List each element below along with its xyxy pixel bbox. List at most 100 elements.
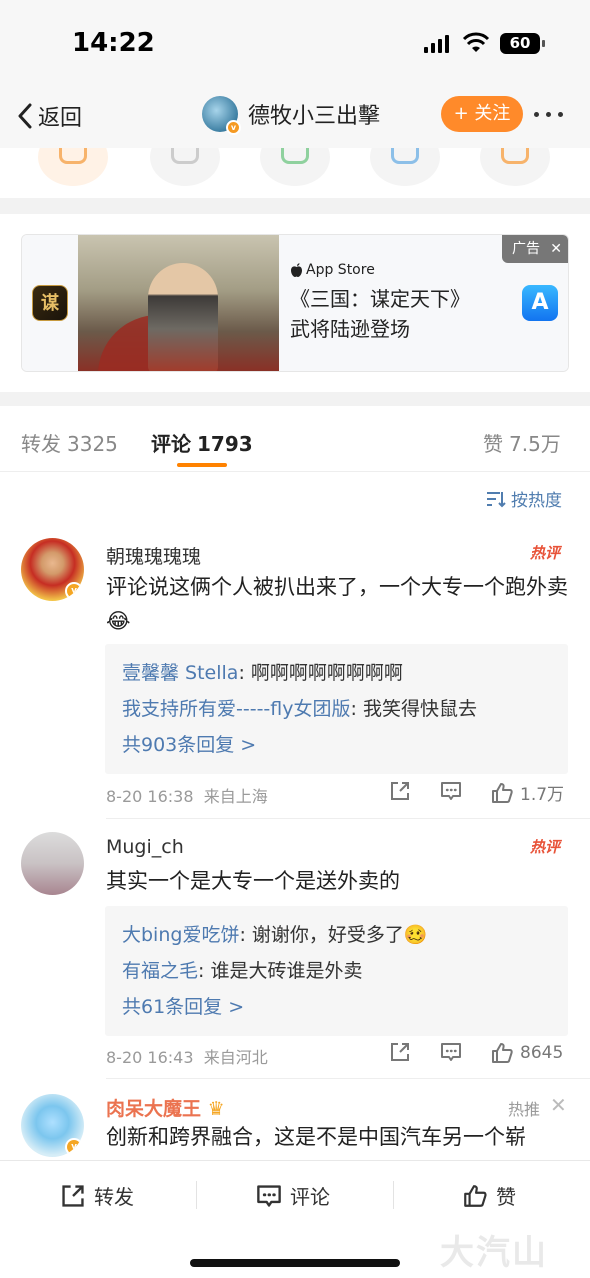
status-time: 14:22 — [72, 28, 155, 58]
close-icon[interactable]: ✕ — [550, 1093, 567, 1117]
avatar[interactable] — [21, 832, 84, 895]
like-button[interactable]: 8645 — [490, 1041, 563, 1065]
sort-label: 按热度 — [511, 491, 562, 511]
action-icon-1[interactable] — [38, 148, 108, 186]
comment-username[interactable]: 肉呆大魔王 ♛ — [106, 1094, 225, 1121]
cellular-signal-icon — [424, 35, 449, 53]
more-replies-link[interactable]: 共61条回复 > — [122, 989, 551, 1025]
repost-count: 3325 — [67, 432, 118, 456]
close-icon[interactable]: ✕ — [550, 235, 562, 263]
verified-icon: v — [226, 120, 241, 135]
watermark: 大汽山 — [440, 1233, 548, 1273]
post-tabs: 转发 3325 评论 1793 赞 7.5万 — [0, 406, 590, 472]
like-count: 7.5万 — [509, 432, 561, 456]
comment-item: v 肉呆大魔王 ♛ 热推 ✕ 创新和跨界融合，这是不是中国汽车另一个崭 — [0, 1088, 590, 1160]
back-label: 返回 — [38, 106, 83, 131]
app-store-icon[interactable]: A — [522, 285, 558, 321]
bottom-comment-button[interactable]: 评论 — [256, 1181, 330, 1210]
home-indicator[interactable] — [190, 1259, 400, 1267]
hot-push-badge: 热推 — [508, 1100, 541, 1119]
wifi-icon — [462, 32, 490, 52]
action-icon-2[interactable] — [150, 148, 220, 186]
hot-comment-badge: 热评 — [530, 838, 561, 856]
chevron-left-icon — [18, 103, 32, 129]
sort-icon — [487, 491, 506, 507]
nav-profile[interactable]: v 德牧小三出擊 — [202, 96, 381, 135]
ad-store-line: App Store — [290, 262, 375, 278]
laughing-emoji-icon: 😂 — [106, 609, 131, 633]
ad-app-icon[interactable]: 谋 — [32, 285, 68, 321]
more-icon[interactable] — [534, 102, 563, 126]
comment-username[interactable]: 朝瑰瑰瑰瑰 — [106, 542, 201, 569]
thumbs-up-icon — [492, 1043, 513, 1063]
like-count: 1.7万 — [520, 785, 565, 805]
status-bar: 14:22 60 — [0, 0, 590, 88]
avatar[interactable]: v — [21, 538, 84, 601]
bottom-like-label: 赞 — [496, 1185, 516, 1209]
thumbs-up-icon — [492, 782, 513, 803]
reply-user[interactable]: 壹馨馨 Stella — [122, 662, 238, 684]
reply-button[interactable] — [440, 1041, 462, 1063]
apple-icon — [291, 262, 302, 277]
reply-line: 我支持所有爱-----fly女团版: 我笑得快鼠去 — [122, 698, 477, 720]
ad-title: 《三国：谋定天下》 — [290, 287, 470, 311]
share-icon — [391, 1043, 409, 1061]
comment-time: 8-20 16:43 — [106, 1048, 194, 1067]
reply-user[interactable]: 我支持所有爱-----fly女团版 — [122, 698, 351, 720]
action-icon-5[interactable] — [480, 148, 550, 186]
ad-subtitle: 武将陆逊登场 — [290, 317, 410, 341]
share-button[interactable] — [389, 1041, 411, 1063]
ad-card[interactable]: 谋 App Store 《三国：谋定天下》 武将陆逊登场 A 广告 ✕ — [21, 234, 569, 372]
section-divider — [0, 198, 590, 214]
bottom-action-bar: 转发 评论 赞 大汽山 — [0, 1160, 590, 1278]
section-divider — [0, 392, 590, 406]
tab-comment[interactable]: 评论 1793 — [151, 428, 253, 457]
action-icon-4[interactable] — [370, 148, 440, 186]
tab-indicator — [177, 463, 227, 467]
ad-tag[interactable]: 广告 ✕ — [502, 235, 568, 263]
bottom-repost-button[interactable]: 转发 — [60, 1181, 134, 1210]
reply-line: 有福之毛: 谁是大砖谁是外卖 — [122, 960, 363, 982]
reply-box[interactable]: 大bing爱吃饼: 谢谢你，好受多了🥴 有福之毛: 谁是大砖谁是外卖 共61条回… — [105, 906, 568, 1036]
comment-username[interactable]: Mugi_ch — [106, 836, 184, 858]
like-button[interactable]: 1.7万 — [490, 780, 564, 805]
bottom-comment-label: 评论 — [290, 1185, 330, 1209]
more-replies-link[interactable]: 共903条回复 > — [122, 727, 551, 763]
comment-meta: 8-20 16:43 来自河北 — [106, 1044, 268, 1068]
comment-text: 评论说这俩个人被扒出来了，一个大专一个跑外卖 😂 — [106, 575, 568, 633]
share-icon — [391, 782, 409, 800]
tab-repost[interactable]: 转发 3325 — [21, 428, 118, 457]
nav-title: 德牧小三出擊 — [248, 104, 381, 129]
sort-button[interactable]: 按热度 — [486, 486, 562, 511]
reply-button[interactable] — [440, 780, 462, 802]
reply-box[interactable]: 壹馨馨 Stella: 啊啊啊啊啊啊啊啊 我支持所有爱-----fly女团版: … — [105, 644, 568, 774]
reply-user[interactable]: 有福之毛 — [122, 960, 198, 982]
thumbs-up-icon — [464, 1184, 487, 1207]
comment-time: 8-20 16:38 — [106, 787, 194, 806]
reply-user[interactable]: 大bing爱吃饼 — [122, 924, 239, 946]
like-count: 8645 — [520, 1043, 564, 1063]
hot-comment-badge: 热评 — [530, 544, 561, 562]
nav-header: 返回 v 德牧小三出擊 + 关注 — [0, 88, 590, 148]
back-button[interactable]: 返回 — [16, 98, 82, 134]
comment-meta: 8-20 16:38 来自上海 — [106, 783, 268, 807]
action-icon-3[interactable] — [260, 148, 330, 186]
comment-divider — [106, 1078, 590, 1079]
ad-store-label: App Store — [306, 262, 375, 278]
ad-image[interactable] — [78, 235, 279, 371]
follow-button[interactable]: + 关注 — [441, 96, 523, 132]
share-icon — [62, 1184, 84, 1207]
comment-divider — [106, 818, 590, 819]
share-button[interactable] — [389, 780, 411, 802]
comment-text: 其实一个是大专一个是送外卖的 — [106, 869, 400, 893]
comment-icon — [257, 1184, 281, 1207]
comment-text: 创新和跨界融合，这是不是中国汽车另一个崭 — [106, 1125, 526, 1149]
avatar[interactable]: v — [202, 96, 241, 135]
tab-like[interactable]: 赞 7.5万 — [483, 428, 561, 457]
bottom-like-button[interactable]: 赞 — [462, 1181, 516, 1210]
comment-location: 来自河北 — [203, 1048, 268, 1067]
bottom-repost-label: 转发 — [94, 1185, 134, 1209]
verified-icon: v — [65, 582, 83, 600]
avatar[interactable]: v — [21, 1094, 84, 1157]
ad-tag-label: 广告 — [512, 241, 540, 257]
